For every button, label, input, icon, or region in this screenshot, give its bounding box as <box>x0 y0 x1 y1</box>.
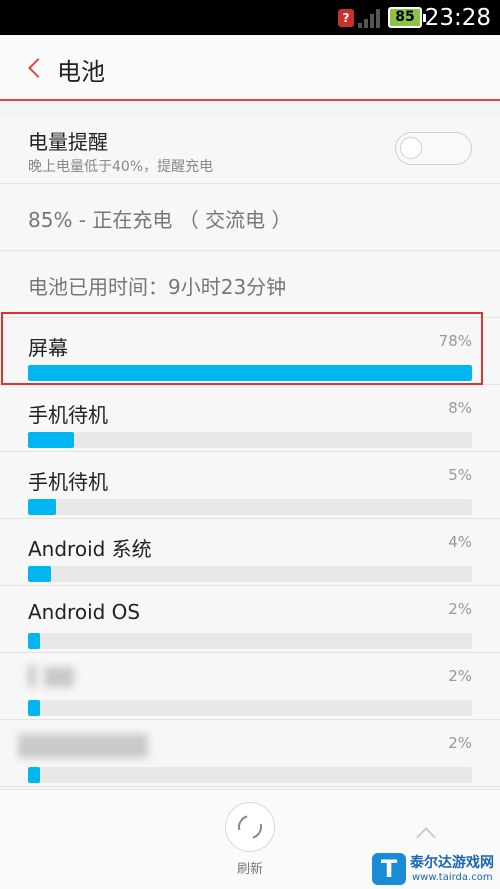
usage-item-percent: 2% <box>448 734 472 752</box>
usage-item-blurred-1[interactable]: 2% <box>0 653 500 720</box>
usage-item-percent: 2% <box>448 600 472 618</box>
battery-reminder-row[interactable]: 电量提醒 晚上电量低于40%，提醒充电 <box>0 116 500 184</box>
usage-item-android-system[interactable]: Android 系统 4% <box>0 519 500 586</box>
usage-item-percent: 2% <box>448 667 472 685</box>
usage-item-name: 手机待机 <box>28 470 108 494</box>
blurred-label <box>28 665 36 687</box>
app-header: 电池 <box>0 35 500 101</box>
usage-item-android-os[interactable]: Android OS 2% <box>0 586 500 653</box>
toggle-knob <box>400 137 422 159</box>
highlight-box <box>1 312 483 385</box>
usage-bar-track <box>28 767 472 783</box>
usage-bar-fill <box>28 499 57 515</box>
watermark-logo-icon: T <box>372 853 406 885</box>
status-bar: ? 85 23:28 <box>0 0 500 35</box>
usage-item-name: 手机待机 <box>28 403 108 427</box>
reminder-subtitle: 晚上电量低于40%，提醒充电 <box>28 159 214 175</box>
usage-item-standby[interactable]: 手机待机 8% <box>0 385 500 452</box>
chevron-up-icon[interactable] <box>416 827 436 847</box>
refresh-button[interactable] <box>225 802 275 852</box>
charging-status: 85% - 正在充电 （ 交流电 ） <box>28 208 292 232</box>
usage-time: 电池已用时间：9小时23分钟 <box>28 275 287 299</box>
usage-bar-track <box>28 700 472 716</box>
usage-bar-track <box>28 633 472 649</box>
usage-bar-track <box>28 566 472 582</box>
usage-bar-fill <box>28 700 40 716</box>
watermark-url: www.tairda.com <box>412 872 493 883</box>
chevron-left-icon[interactable] <box>26 57 42 79</box>
question-badge-icon: ? <box>338 9 354 27</box>
usage-item-name: Android OS <box>28 600 141 624</box>
usage-bar-track <box>28 499 472 515</box>
refresh-icon <box>233 810 267 844</box>
usage-bar-fill <box>28 432 74 448</box>
reminder-toggle[interactable] <box>395 132 472 165</box>
usage-item-percent: 8% <box>448 399 472 417</box>
usage-time-row: 电池已用时间：9小时23分钟 <box>0 251 500 318</box>
usage-bar-fill <box>28 633 40 649</box>
signal-icon <box>358 8 382 28</box>
usage-bar-fill <box>28 767 40 783</box>
reminder-title: 电量提醒 <box>28 130 108 154</box>
charging-status-row: 85% - 正在充电 （ 交流电 ） <box>0 184 500 251</box>
usage-bar-track <box>28 432 472 448</box>
usage-item-blurred-2[interactable]: 2% <box>0 720 500 787</box>
watermark-name: 泰尔达游戏网 <box>410 855 494 871</box>
usage-item-percent: 5% <box>448 466 472 484</box>
battery-icon: 85 <box>388 7 426 28</box>
clock: 23:28 <box>424 5 491 31</box>
usage-bar-fill <box>28 566 51 582</box>
usage-item-name: Android 系统 <box>28 537 152 561</box>
usage-item-standby-2[interactable]: 手机待机 5% <box>0 452 500 519</box>
watermark: T 泰尔达游戏网 www.tairda.com <box>372 850 500 889</box>
blurred-label <box>18 734 148 758</box>
usage-item-percent: 4% <box>448 533 472 551</box>
blurred-label <box>44 667 74 687</box>
page-title: 电池 <box>57 58 105 86</box>
